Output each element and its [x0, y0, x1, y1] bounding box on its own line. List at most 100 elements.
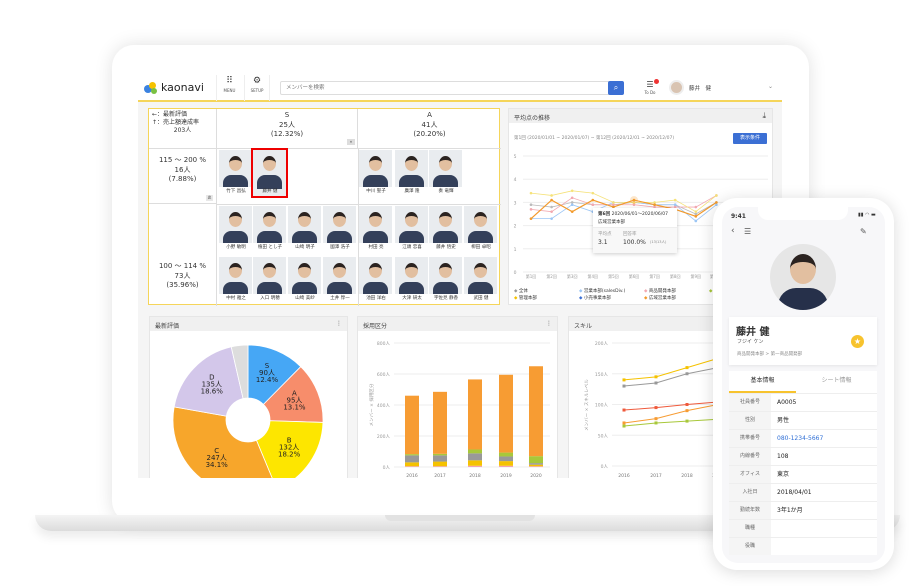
slice-pct: 12.4%	[256, 376, 279, 384]
y-tick-label: 0人	[383, 465, 391, 471]
profile-photo	[770, 244, 836, 310]
edit-icon[interactable]: ✎	[860, 227, 867, 236]
x-tick-label: 2018	[681, 473, 693, 478]
data-point[interactable]	[654, 406, 658, 410]
field-label: 社員番号	[729, 394, 771, 411]
field-row: オフィス 東京	[729, 465, 877, 483]
tab-basic-info[interactable]: 基本情報	[729, 371, 796, 393]
profile-name: 藤井 健	[736, 327, 770, 338]
bar-segment[interactable]	[499, 456, 513, 462]
profile-tabs: 基本情報 シート情報	[729, 371, 877, 393]
hamburger-icon[interactable]: ☰	[744, 227, 751, 236]
data-point[interactable]	[654, 417, 658, 421]
bar-segment[interactable]	[433, 453, 447, 456]
bar-segment[interactable]	[499, 374, 513, 453]
field-row: 勤続年数 3年1か月	[729, 501, 877, 519]
data-point[interactable]	[685, 366, 689, 370]
x-tick-label: 2019	[500, 473, 512, 478]
field-label: オフィス	[729, 466, 771, 483]
data-point[interactable]	[654, 421, 658, 425]
data-point[interactable]	[685, 409, 689, 413]
bar-segment[interactable]	[499, 465, 513, 467]
field-label: 性別	[729, 412, 771, 429]
bar-segment[interactable]	[499, 452, 513, 457]
data-point[interactable]	[654, 381, 658, 385]
data-point[interactable]	[685, 372, 689, 376]
bar-segment[interactable]	[529, 463, 543, 465]
field-row: 内線番号 108	[729, 447, 877, 465]
slice-pct: 18.2%	[278, 450, 301, 458]
field-row: 入社日 2018/04/01	[729, 483, 877, 501]
series-line	[623, 418, 719, 427]
bar-segment[interactable]	[405, 462, 419, 467]
field-row: 性別 男性	[729, 411, 877, 429]
bar-segment[interactable]	[405, 454, 419, 456]
slice-pct: 13.1%	[283, 403, 306, 411]
y-tick-label: 600人	[377, 372, 391, 378]
bar-segment[interactable]	[468, 465, 482, 467]
bar-segment[interactable]	[468, 449, 482, 454]
star-icon[interactable]: ★	[851, 335, 864, 348]
slice-pct: 18.6%	[201, 388, 224, 396]
laptop-notch	[385, 515, 535, 521]
field-value: 3年1か月	[777, 507, 803, 514]
data-point[interactable]	[685, 419, 689, 423]
profile-kana: フジイ ケン	[737, 339, 764, 345]
bar-segment[interactable]	[529, 464, 543, 467]
bar-segment[interactable]	[405, 466, 419, 467]
field-label: 内線番号	[729, 448, 771, 465]
series-line	[623, 357, 719, 381]
data-point[interactable]	[622, 408, 626, 412]
y-tick-label: 100人	[595, 403, 609, 409]
app-screen: kaonavi ⠿ MENU ⚙ SETUP ⌕ ☰ To Do 藤井 健 ⌄ …	[138, 75, 782, 478]
tab-sheet-info[interactable]: シート情報	[796, 371, 877, 393]
phone-time: 9:41	[731, 213, 746, 220]
y-tick-label: 50人	[598, 433, 609, 439]
x-tick-label: 2017	[650, 473, 662, 478]
y-tick-label: 150人	[595, 372, 609, 378]
bar-segment[interactable]	[405, 455, 419, 463]
bar-segment[interactable]	[433, 461, 447, 467]
field-row: 役職	[729, 537, 877, 555]
bar-segment[interactable]	[433, 391, 447, 454]
bar-segment[interactable]	[468, 453, 482, 461]
y-tick-label: 800人	[377, 341, 391, 347]
data-point[interactable]	[654, 375, 658, 379]
bar-segment[interactable]	[529, 366, 543, 457]
bar-segment[interactable]	[529, 456, 543, 464]
data-point[interactable]	[622, 424, 626, 428]
field-label: 役職	[729, 538, 771, 555]
profile-card: 藤井 健 フジイ ケン 商品開発本部 > 第一商品開発部 ★	[729, 317, 877, 365]
x-tick-label: 2020	[530, 473, 542, 478]
series-line	[623, 401, 719, 411]
field-row: 携帯番号 080-1234-5667	[729, 429, 877, 447]
bar-segment[interactable]	[433, 466, 447, 467]
x-tick-label: 2018	[469, 473, 481, 478]
field-value[interactable]: 080-1234-5667	[777, 430, 823, 447]
status-icons: ▮▮ ◠ ▬	[858, 212, 876, 218]
y-tick-label: 400人	[377, 403, 391, 409]
bar-segment[interactable]	[468, 460, 482, 466]
y-tick-label: 0人	[601, 464, 609, 470]
field-value: A0005	[777, 399, 797, 406]
field-row: 社員番号 A0005	[729, 393, 877, 411]
slice-pct: 34.1%	[206, 461, 229, 469]
data-point[interactable]	[685, 403, 689, 406]
y-axis-label: メンバー × 採用区分	[368, 383, 375, 426]
field-value: 男性	[777, 417, 790, 424]
data-point[interactable]	[622, 378, 626, 382]
x-tick-label: 2017	[434, 473, 446, 478]
data-point[interactable]	[622, 421, 626, 425]
bar-segment[interactable]	[529, 466, 543, 467]
bar-segment[interactable]	[499, 461, 513, 466]
data-point[interactable]	[622, 384, 626, 388]
back-icon[interactable]: ‹	[731, 226, 735, 236]
field-label: 入社日	[729, 484, 771, 501]
field-value: 108	[777, 453, 789, 460]
bar-segment[interactable]	[405, 395, 419, 455]
bar-segment[interactable]	[433, 455, 447, 462]
y-axis-label: メンバー × スキルレベル	[584, 379, 590, 431]
phone-notch	[758, 207, 848, 220]
bar-segment[interactable]	[468, 379, 482, 450]
field-row: 職種	[729, 519, 877, 537]
